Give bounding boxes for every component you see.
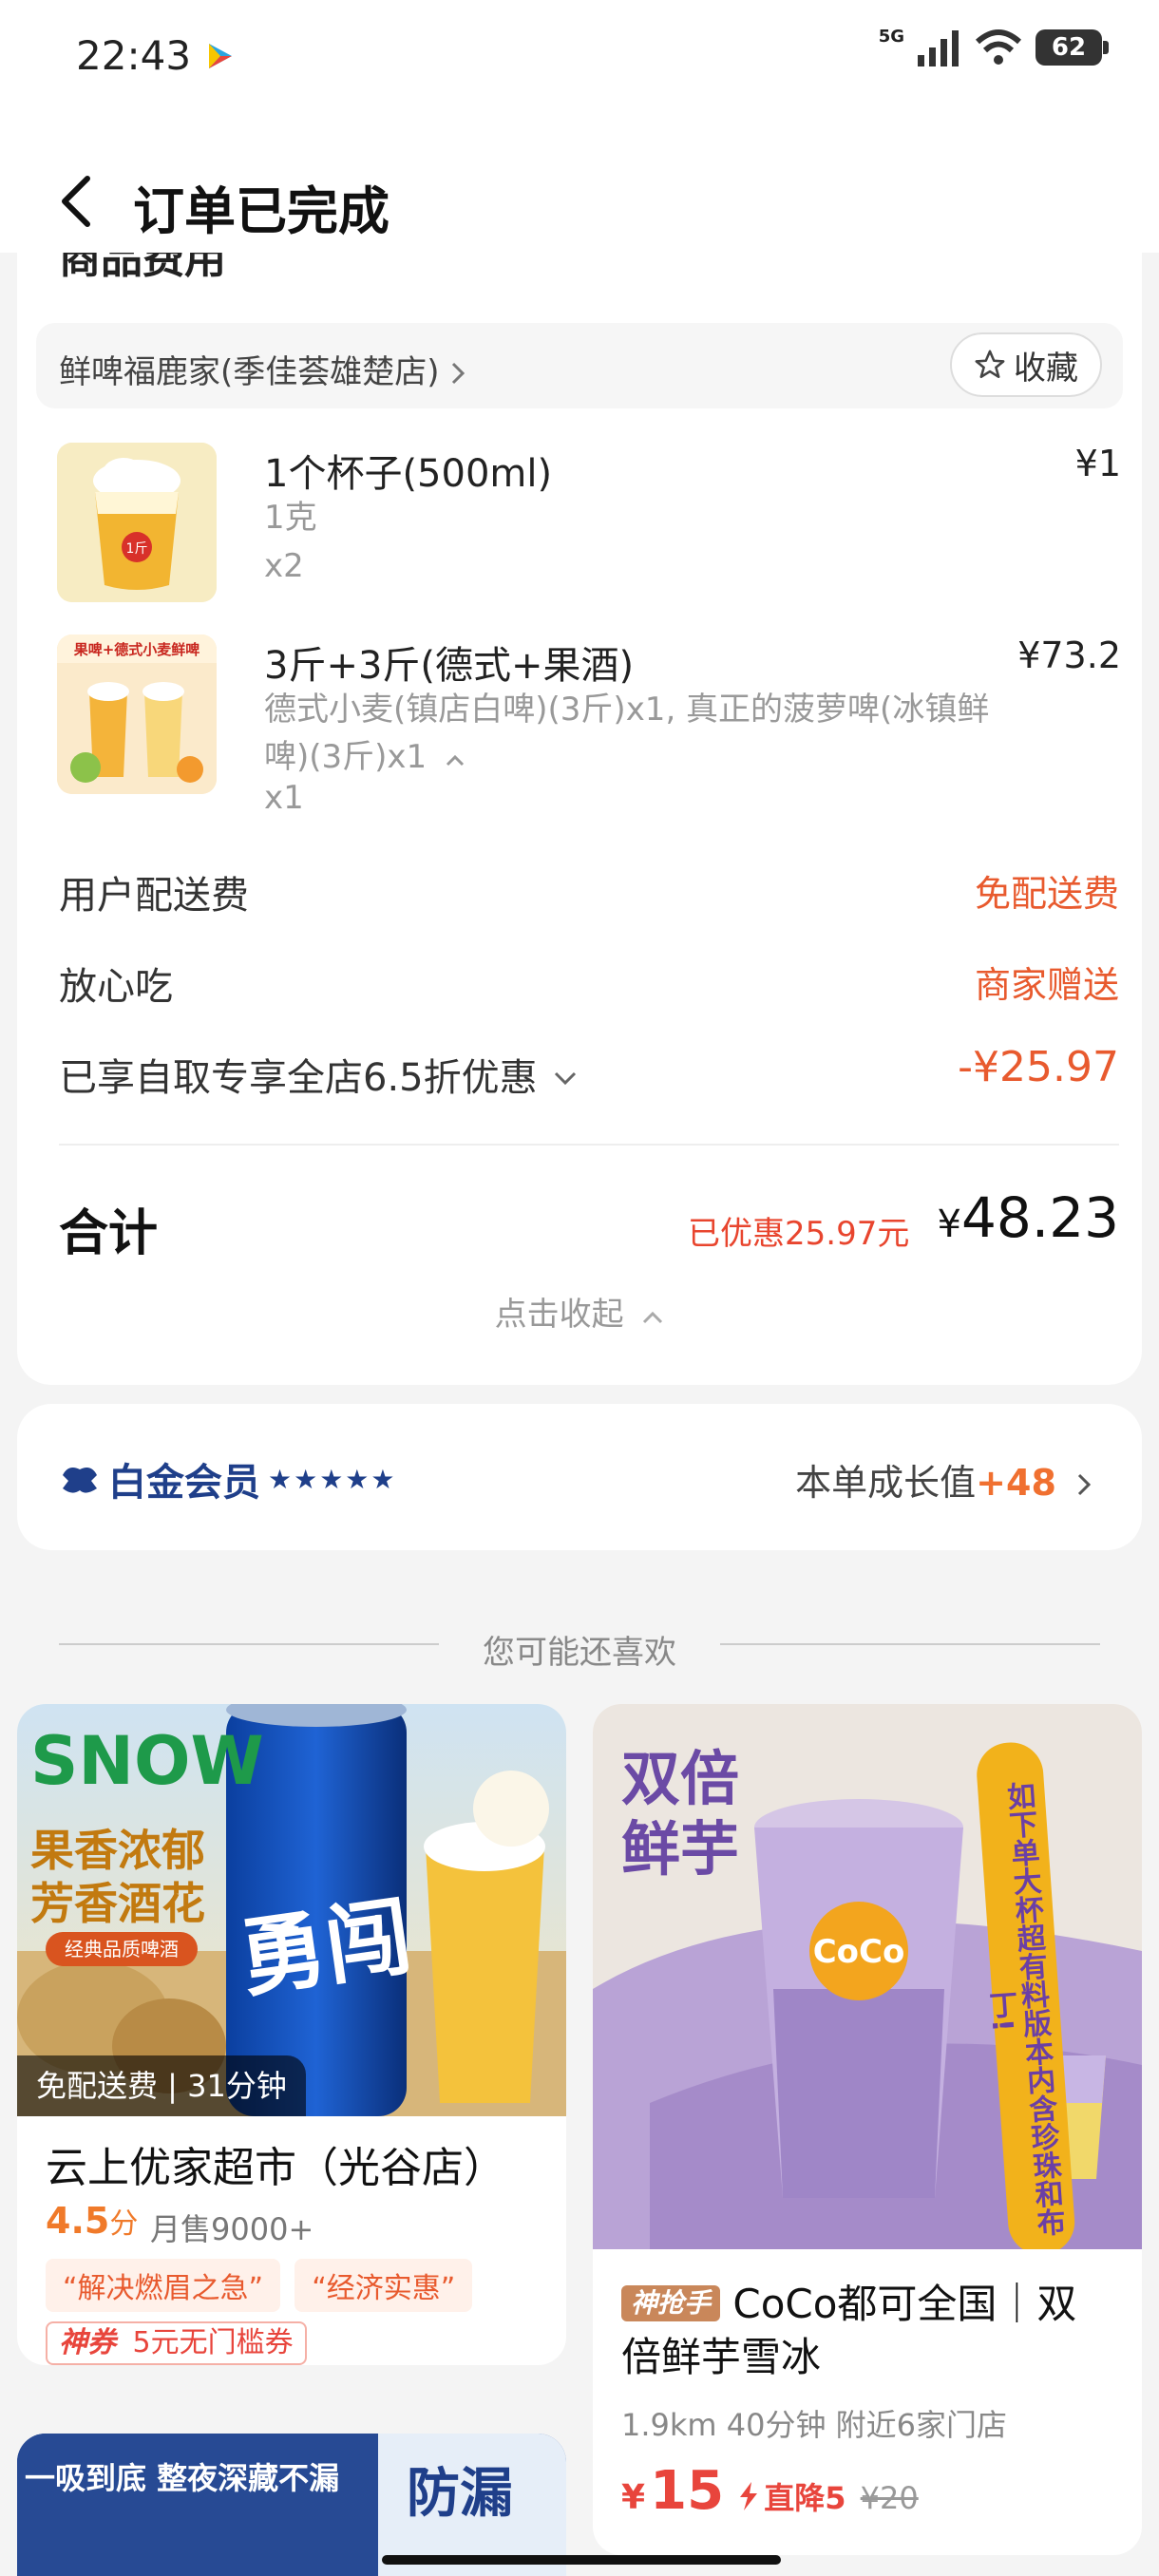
thumbnail-label: 果啤+德式小麦鲜啤 bbox=[73, 641, 200, 658]
discount-value: -¥25.97 bbox=[958, 1043, 1119, 1091]
item-spec: 德式小麦(镇店白啤)(3斤)x1, 真正的菠萝啤(冰镇鲜啤)(3斤)x1 bbox=[264, 691, 990, 776]
discount-row[interactable]: 已享自取专享全店6.5折优惠 -¥25.97 bbox=[59, 1043, 1119, 1102]
growth-value[interactable]: 本单成长值+48 bbox=[795, 1453, 1092, 1506]
store-bar[interactable]: 鲜啤福鹿家(季佳荟雄楚店) 收藏 bbox=[36, 323, 1123, 408]
member-badge-icon bbox=[63, 1468, 97, 1493]
beer-combo-thumbnail: 果啤+德式小麦鲜啤 bbox=[57, 635, 217, 794]
product-image: CoCo 双倍 鲜芋 如下单大杯超有料版本内含珍珠和布丁! bbox=[593, 1704, 1142, 2249]
item-spec: 1克 bbox=[264, 499, 317, 537]
store-title: 云上优家超市（光谷店） bbox=[46, 2144, 505, 2192]
fee-row-delivery: 用户配送费 免配送费 bbox=[59, 864, 1119, 919]
divider bbox=[59, 1144, 1119, 1146]
fee-row-assurance: 放心吃 商家赠送 bbox=[59, 956, 1119, 1011]
review-tag: “经济实惠” bbox=[294, 2259, 473, 2312]
monthly-sales: 月售9000+ bbox=[150, 2211, 314, 2247]
price-drop-icon bbox=[740, 2482, 758, 2510]
brand-tag: 神抢手 bbox=[621, 2285, 721, 2321]
fee-value: 免配送费 bbox=[974, 873, 1119, 915]
section-title: 商品费用 bbox=[59, 253, 226, 283]
order-item[interactable]: 1斤 1个杯子(500ml) ¥1 1克 x2 bbox=[57, 443, 1121, 604]
item-name: 1个杯子(500ml) bbox=[264, 452, 553, 496]
item-price: ¥73.2 bbox=[1017, 635, 1121, 676]
collapse-button[interactable]: 点击收起 bbox=[17, 1288, 1142, 1335]
image-tag: 经典品质啤酒 bbox=[65, 1938, 179, 1960]
back-arrow-icon[interactable] bbox=[55, 173, 99, 230]
chevron-down-icon bbox=[555, 1071, 577, 1086]
play-store-icon bbox=[209, 44, 232, 68]
wifi-icon bbox=[975, 29, 1022, 65]
recommend-card-store[interactable]: SNOW 果香浓郁 芳香酒花 经典品质啤酒 勇闯 免配送费 | 31分钟 云上优… bbox=[17, 1704, 566, 2365]
product-price: ¥ 15 直降5 ¥20 bbox=[621, 2460, 919, 2522]
total-amount: ¥48.23 bbox=[937, 1185, 1120, 1250]
coupon-badge[interactable]: 神券 5元无门槛券 bbox=[46, 2321, 307, 2365]
product-title: 神抢手 CoCo都可全国｜双倍鲜芋雪冰 bbox=[621, 2281, 1077, 2380]
store-rating: 4.5分 bbox=[46, 2200, 139, 2242]
image-slogan: 果香浓郁 bbox=[30, 1825, 205, 1876]
store-name[interactable]: 鲜啤福鹿家(季佳荟雄楚店) bbox=[59, 346, 466, 392]
saved-amount: 已优惠25.97元 bbox=[688, 1215, 910, 1253]
order-card: 商品费用 鲜啤福鹿家(季佳荟雄楚店) 收藏 1斤 1个杯子(500ml) ¥1 … bbox=[17, 253, 1142, 1385]
cup-thumbnail: 1斤 bbox=[57, 443, 217, 602]
recommend-header: 您可能还喜欢 bbox=[0, 1622, 1159, 1672]
review-tags: “解决燃眉之急” “经济实惠” bbox=[46, 2259, 482, 2312]
order-item[interactable]: 果啤+德式小麦鲜啤 3斤+3斤(德式+果酒) ¥73.2 德式小麦(镇店白啤)(… bbox=[57, 635, 1121, 824]
member-stars: ★★★★★ bbox=[268, 1463, 397, 1495]
image-slogan: 一吸到底 整夜深藏不漏 bbox=[25, 2460, 340, 2496]
item-name: 3斤+3斤(德式+果酒) bbox=[264, 644, 635, 688]
recommend-label: 您可能还喜欢 bbox=[483, 1634, 676, 1672]
item-price: ¥1 bbox=[1074, 443, 1121, 484]
store-image: SNOW 果香浓郁 芳香酒花 经典品质啤酒 勇闯 免配送费 | 31分钟 bbox=[17, 1704, 566, 2116]
star-outline-icon bbox=[975, 350, 1005, 379]
item-qty: x1 bbox=[264, 779, 304, 817]
chevron-up-icon[interactable] bbox=[445, 752, 466, 767]
member-level: 白金会员 ★★★★★ bbox=[59, 1451, 397, 1506]
delivery-badge: 免配送费 | 31分钟 bbox=[17, 2055, 306, 2116]
page-title: 订单已完成 bbox=[133, 181, 390, 241]
home-indicator[interactable] bbox=[382, 2555, 781, 2565]
network-type: 5G bbox=[878, 26, 904, 47]
total-label: 合计 bbox=[59, 1205, 159, 1262]
item-qty: x2 bbox=[264, 547, 304, 585]
snow-logo-text: SNOW bbox=[30, 1722, 264, 1800]
battery-icon: 62 bbox=[1036, 29, 1109, 66]
svg-text:1斤: 1斤 bbox=[126, 541, 148, 557]
fee-value: 商家赠送 bbox=[974, 964, 1119, 1006]
coco-logo-text: CoCo bbox=[813, 1933, 905, 1971]
recommend-card-product[interactable]: CoCo 双倍 鲜芋 如下单大杯超有料版本内含珍珠和布丁! 神抢手 CoCo都可… bbox=[593, 1704, 1142, 2555]
clock: 22:43 bbox=[76, 32, 192, 79]
member-card[interactable]: 白金会员 ★★★★★ 本单成长值+48 bbox=[17, 1404, 1142, 1550]
chevron-right-icon bbox=[452, 362, 466, 385]
system-icons: 5G 62 bbox=[878, 26, 1109, 66]
product-meta: 1.9km 40分钟 附近6家门店 bbox=[621, 2407, 1008, 2443]
image-headline: 双倍 bbox=[621, 1744, 739, 1813]
chevron-up-icon bbox=[643, 1311, 663, 1324]
signal-icon bbox=[918, 30, 959, 66]
chevron-right-icon bbox=[1077, 1473, 1092, 1496]
page-header: 订单已完成 bbox=[0, 114, 1159, 253]
image-headline: 鲜芋 bbox=[621, 1814, 739, 1884]
review-tag: “解决燃眉之急” bbox=[46, 2259, 281, 2312]
image-slogan: 芳香酒花 bbox=[30, 1878, 205, 1929]
status-bar: 22:43 5G 62 bbox=[0, 0, 1159, 114]
divider bbox=[720, 1643, 1100, 1645]
favorite-button[interactable]: 收藏 bbox=[950, 332, 1102, 397]
image-headline: 防漏 bbox=[407, 2463, 513, 2525]
